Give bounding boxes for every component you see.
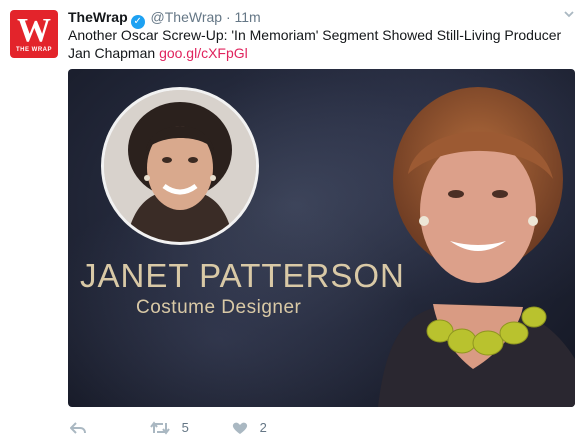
like-button[interactable]: 2 — [232, 420, 267, 435]
tweet-media-image[interactable]: JANET PATTERSON Costume Designer — [68, 69, 575, 407]
reply-icon — [69, 420, 86, 435]
account-handle[interactable]: @TheWrap — [151, 9, 223, 25]
account-name[interactable]: TheWrap — [68, 9, 128, 25]
like-count: 2 — [259, 420, 267, 435]
living-producer-photo — [338, 69, 575, 407]
reply-button[interactable] — [69, 420, 94, 435]
timestamp[interactable]: 11m — [235, 9, 261, 25]
separator-dot: · — [225, 9, 231, 25]
avatar-logo-tagline: THE WRAP — [16, 47, 52, 53]
avatar-logo-letter: W — [17, 12, 51, 49]
caret-down-icon[interactable] — [563, 8, 575, 23]
tweet-link[interactable]: goo.gl/cXFpGl — [159, 45, 248, 61]
tweet-text: Another Oscar Screw-Up: 'In Memoriam' Se… — [68, 26, 573, 62]
retweet-button[interactable]: 5 — [150, 420, 189, 435]
retweet-count: 5 — [181, 420, 189, 435]
like-icon — [232, 420, 252, 435]
memoriam-role: Costume Designer — [136, 297, 302, 318]
retweet-icon — [150, 420, 174, 435]
avatar[interactable]: W THE WRAP — [10, 10, 58, 58]
memoriam-inset-photo — [101, 87, 259, 245]
tweet-body: Another Oscar Screw-Up: 'In Memoriam' Se… — [68, 27, 562, 61]
